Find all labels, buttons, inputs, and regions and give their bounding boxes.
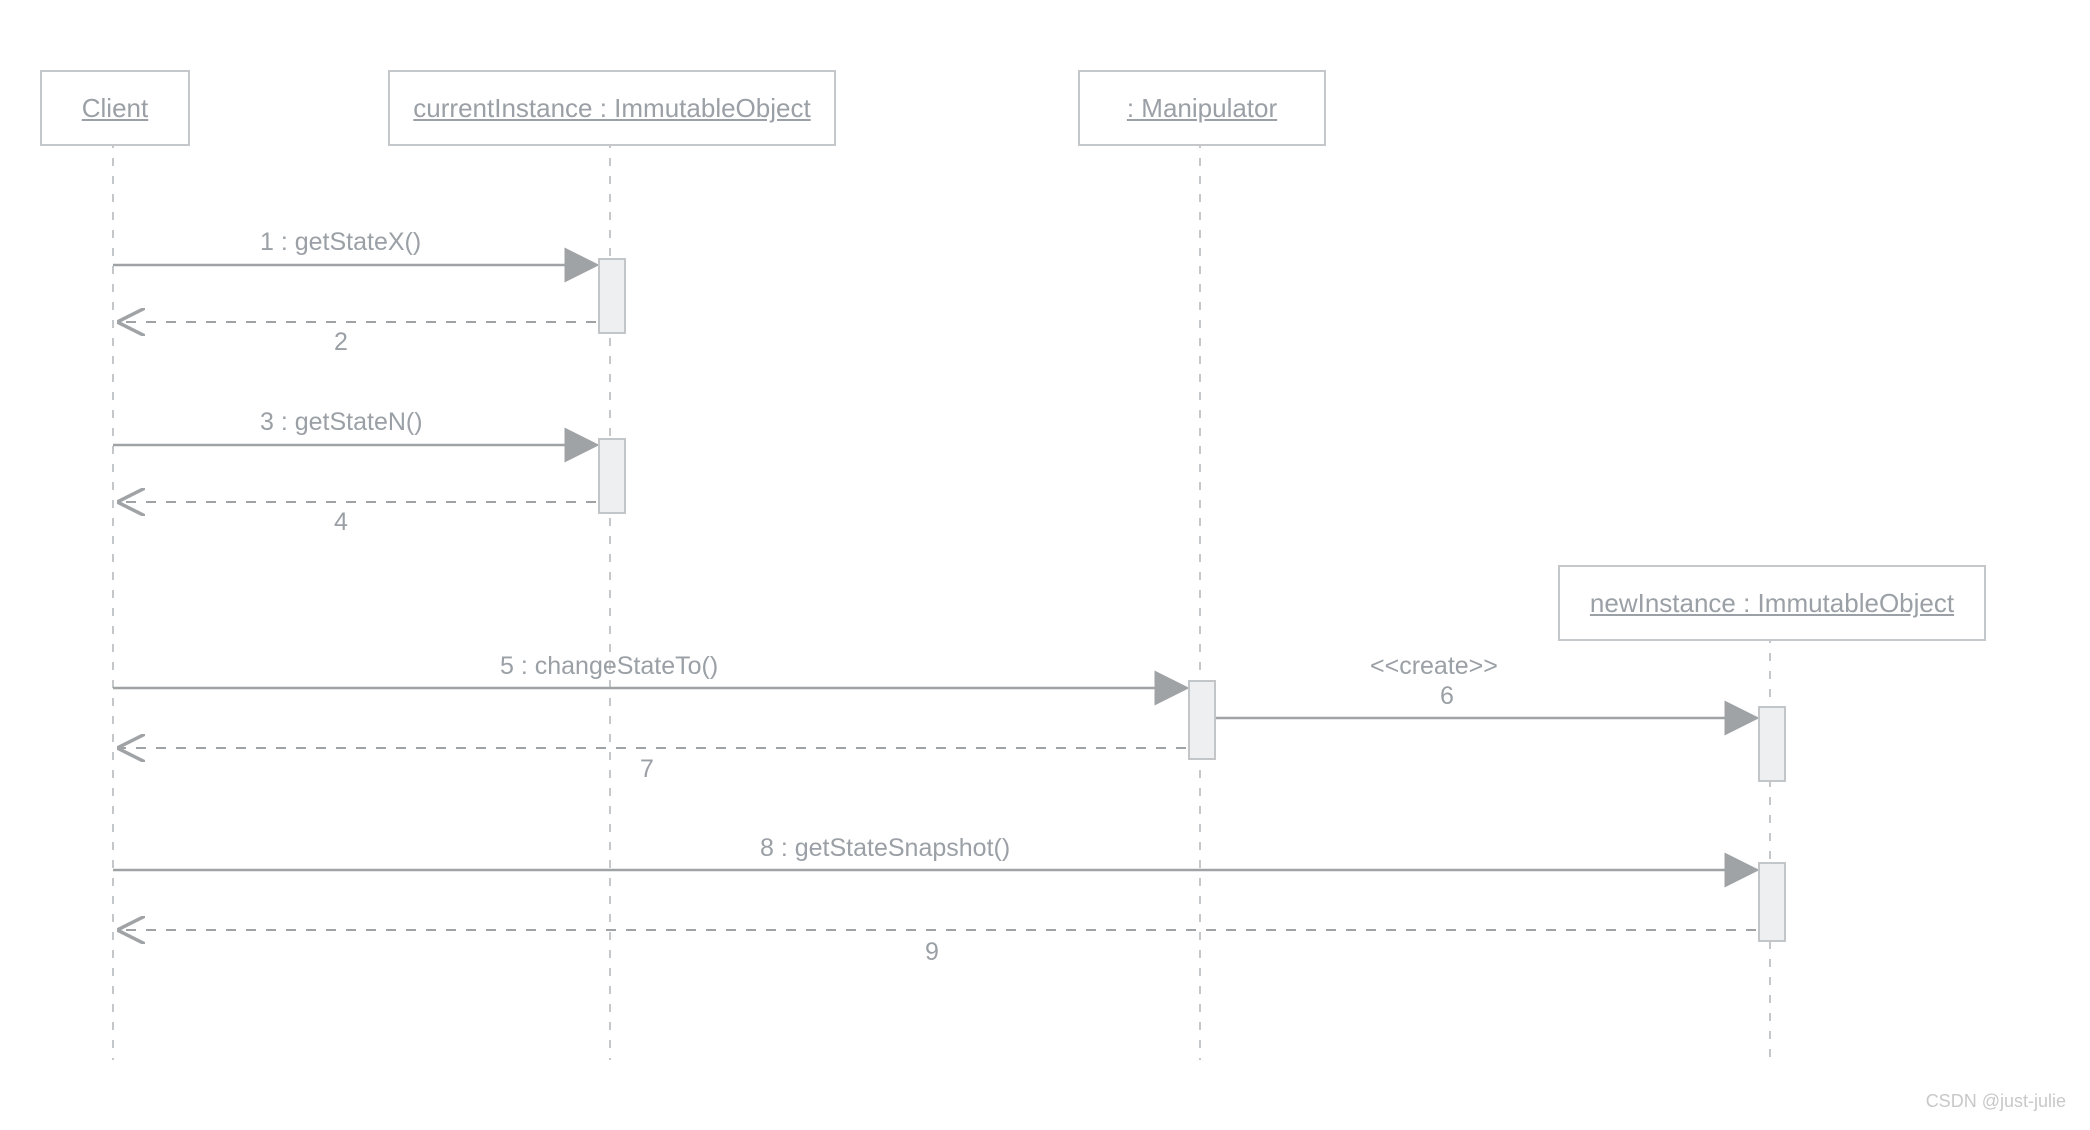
activation-newinstance-2 xyxy=(1758,862,1786,942)
activation-manipulator xyxy=(1188,680,1216,760)
return-9-label: 9 xyxy=(925,938,939,967)
lifeline-client-box: Client xyxy=(40,70,190,146)
activation-currentinstance-1 xyxy=(598,258,626,334)
return-4-label: 4 xyxy=(334,508,348,537)
lifeline-currentinstance-box: currentInstance : ImmutableObject xyxy=(388,70,836,146)
msg-3-label: 3 : getStateN() xyxy=(260,408,423,437)
msg-8-label: 8 : getStateSnapshot() xyxy=(760,834,1010,863)
return-7-label: 7 xyxy=(640,755,654,784)
lifeline-newinstance-box: newInstance : ImmutableObject xyxy=(1558,565,1986,641)
msg-6-num-label: 6 xyxy=(1440,682,1454,711)
return-2-label: 2 xyxy=(334,328,348,357)
lifeline-newinstance-label: newInstance : ImmutableObject xyxy=(1590,588,1954,619)
lifeline-manipulator-label: : Manipulator xyxy=(1127,93,1277,124)
activation-currentinstance-2 xyxy=(598,438,626,514)
msg-1-label: 1 : getStateX() xyxy=(260,228,421,257)
activation-newinstance-1 xyxy=(1758,706,1786,782)
msg-6-stereo-label: <<create>> xyxy=(1370,652,1498,681)
watermark-text: CSDN @just-julie xyxy=(1926,1091,2066,1112)
msg-5-label: 5 : changeStateTo() xyxy=(500,652,718,681)
lifeline-client-label: Client xyxy=(82,93,148,124)
lifeline-manipulator-box: : Manipulator xyxy=(1078,70,1326,146)
lifeline-currentinstance-label: currentInstance : ImmutableObject xyxy=(413,93,810,124)
